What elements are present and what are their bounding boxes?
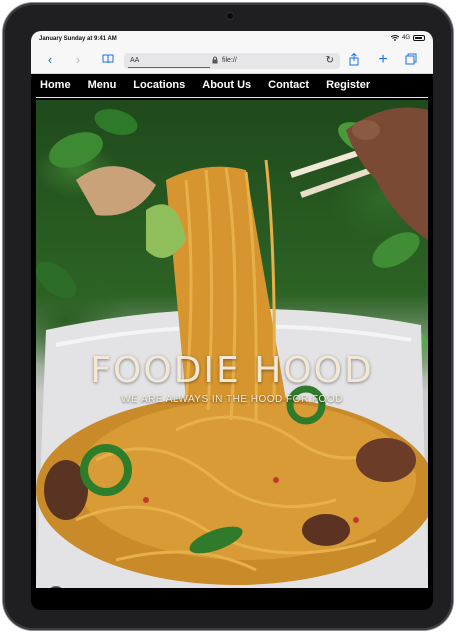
battery-icon [413,35,425,41]
browser-toolbar: ‹ › AA file:// ↻ + [31,47,433,74]
status-bar: January Sunday at 9:41 AM 4G [31,31,433,47]
web-page: Home Menu Locations About Us Contact Reg… [31,74,433,610]
nav-menu[interactable]: Menu [88,79,117,91]
nav-home[interactable]: Home [40,79,71,91]
address-focus-line [128,67,210,68]
lock-icon [212,56,218,64]
main-nav: Home Menu Locations About Us Contact Reg… [31,74,433,96]
plus-icon[interactable]: + [376,52,390,68]
nav-about-us[interactable]: About Us [202,79,251,91]
nav-contact[interactable]: Contact [268,79,309,91]
noodle-photo [36,107,428,588]
share-icon[interactable] [347,52,361,67]
status-indicators: 4G [390,35,425,41]
status-date-time: January Sunday at 9:41 AM [39,36,117,42]
nav-locations[interactable]: Locations [133,79,185,91]
nav-register[interactable]: Register [326,79,370,91]
wifi-icon [390,35,399,41]
hero-image: FOODIE HOOD WE ARE ALWAYS IN THE HOOD FO… [36,100,428,588]
signal-label: 4G [401,35,410,41]
tablet-frame: January Sunday at 9:41 AM 4G ‹ › AA file… [3,3,453,630]
text-size-button[interactable]: AA [130,57,139,64]
hero-title: FOODIE HOOD [90,350,374,391]
screen: January Sunday at 9:41 AM 4G ‹ › AA file… [31,31,433,610]
url-text[interactable]: file:// [222,57,237,64]
tabs-icon[interactable] [404,53,418,67]
book-icon[interactable] [101,53,115,67]
reload-icon[interactable]: ↻ [326,55,334,66]
address-bar[interactable]: AA file:// ↻ [124,53,340,69]
chevron-right-icon[interactable]: › [71,53,85,67]
hero-subtitle: WE ARE ALWAYS IN THE HOOD FOR FOOD [121,394,343,405]
front-camera [227,13,233,19]
chevron-left-icon[interactable]: ‹ [43,53,57,67]
nav-divider [36,97,428,98]
